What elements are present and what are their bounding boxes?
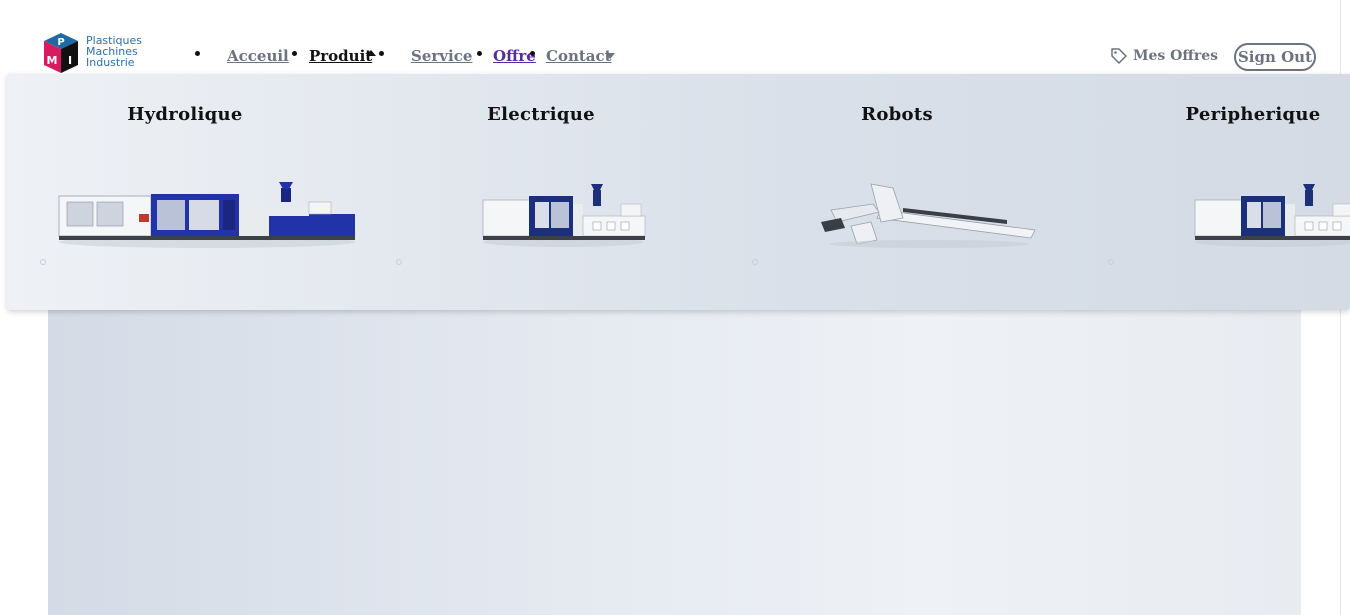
caret-down-icon[interactable]	[605, 53, 615, 59]
nav-item-contact[interactable]: Contact	[546, 47, 612, 65]
products-dropdown: Hydrolique Electrique Robots Peripheriqu…	[7, 74, 1350, 310]
carousel-dot	[40, 259, 46, 265]
svg-text:M: M	[47, 54, 58, 67]
brand-name: Plastiques Machines Industrie	[86, 35, 142, 68]
category-title: Peripherique	[1185, 104, 1321, 125]
category-card-robots[interactable]: Robots	[719, 74, 1075, 310]
peripheral-machine-image	[1194, 184, 1350, 247]
hero-background-panel	[48, 300, 1301, 615]
site-header: P M I Plastiques Machines Industrie Acce…	[0, 0, 1340, 74]
carousel-dot	[752, 259, 758, 265]
category-title: Robots	[861, 104, 933, 125]
svg-text:I: I	[68, 54, 72, 67]
carousel-dot	[396, 259, 402, 265]
brand-line-3: Industrie	[86, 56, 135, 69]
logo-cube-icon: P M I	[44, 33, 78, 73]
carousel-dot	[1108, 259, 1114, 265]
hydraulic-machine-image	[58, 182, 355, 248]
nav-bullet	[379, 51, 384, 56]
nav-item-acceuil[interactable]: Acceuil	[227, 47, 289, 65]
category-title: Hydrolique	[127, 104, 243, 125]
nav-item-offre[interactable]: Offre	[493, 47, 536, 65]
caret-up-icon[interactable]	[366, 50, 376, 56]
nav-item-produit[interactable]: Produit	[309, 47, 372, 65]
brand-logo[interactable]: P M I Plastiques Machines Industrie	[40, 33, 160, 77]
category-title: Electrique	[487, 104, 595, 125]
sign-out-button[interactable]: Sign Out	[1234, 43, 1316, 71]
category-card-electrique[interactable]: Electrique	[363, 74, 719, 310]
nav-bullet	[477, 51, 482, 56]
nav-bullet	[292, 51, 297, 56]
category-card-hydrolique[interactable]: Hydrolique	[7, 74, 363, 310]
tag-icon	[1111, 48, 1127, 64]
robot-arm-image	[821, 183, 1036, 248]
category-card-peripherique[interactable]: Peripherique	[1075, 74, 1350, 310]
nav-item-service[interactable]: Service	[411, 47, 472, 65]
my-offers-label: Mes Offres	[1133, 48, 1219, 64]
nav-bullet	[530, 51, 535, 56]
svg-text:P: P	[57, 37, 64, 48]
nav-bullet	[195, 51, 200, 56]
electric-machine-image	[482, 184, 646, 247]
